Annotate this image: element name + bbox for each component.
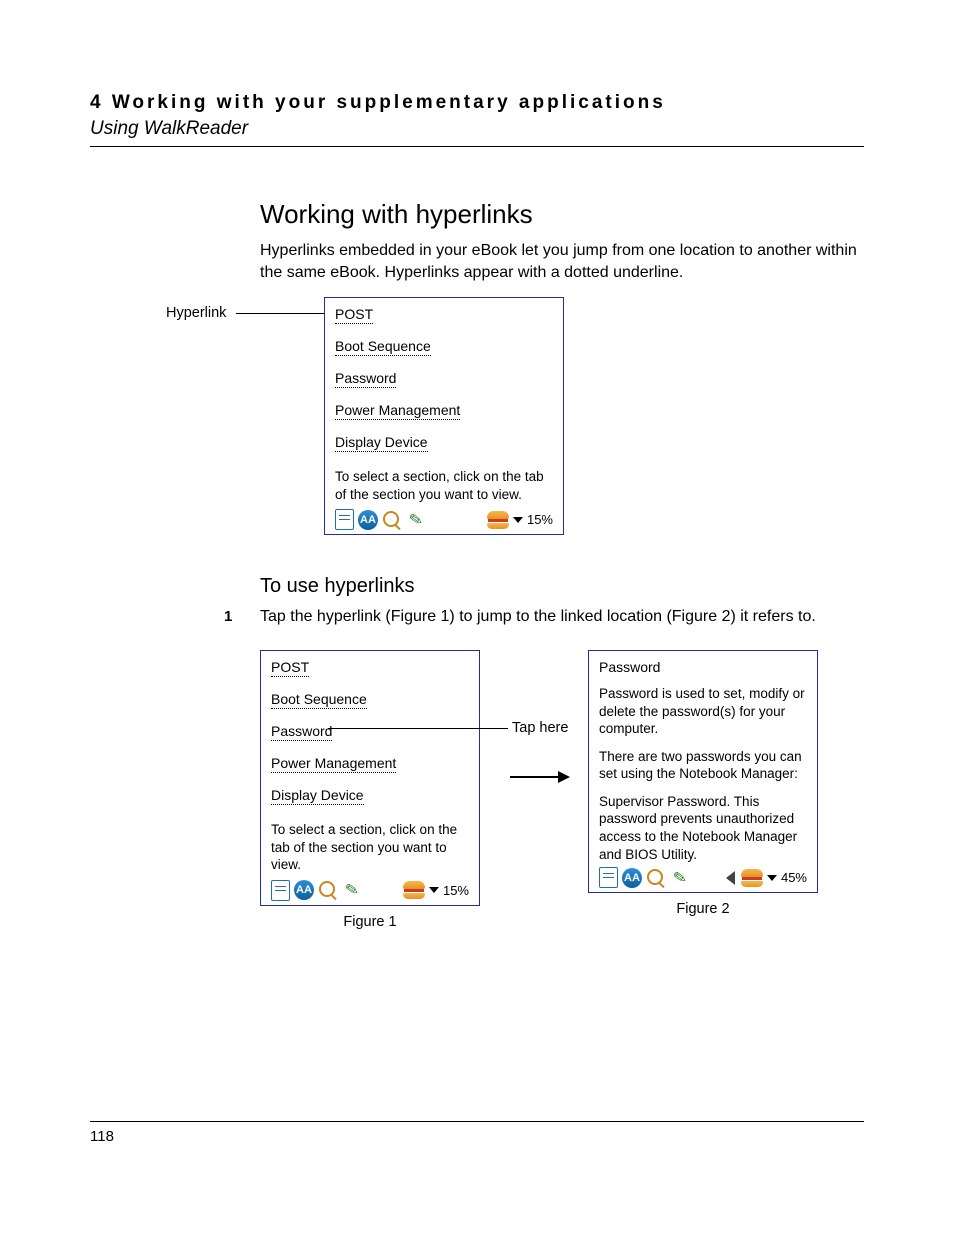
arrow-right-icon bbox=[510, 768, 570, 786]
caret-down-icon bbox=[513, 517, 523, 523]
ebook-screenshot-fig1: POST Boot Sequence Password Power Manage… bbox=[260, 650, 480, 906]
document-icon[interactable] bbox=[271, 880, 290, 901]
section-subtitle: Using WalkReader bbox=[90, 118, 864, 140]
figures-row: POST Boot Sequence Password Power Manage… bbox=[90, 650, 864, 920]
callout-tap-here: Tap here bbox=[512, 720, 568, 736]
hyperlink-item[interactable]: POST bbox=[335, 306, 373, 324]
search-icon[interactable] bbox=[318, 880, 338, 900]
font-size-icon[interactable]: AA bbox=[622, 868, 642, 888]
menu-icon[interactable] bbox=[741, 869, 763, 887]
fig2-para1: Password is used to set, modify or delet… bbox=[599, 685, 807, 738]
ebook-toolbar: AA ✎ 45% bbox=[599, 867, 807, 888]
hyperlink-item[interactable]: POST bbox=[271, 659, 309, 677]
font-size-icon[interactable]: AA bbox=[294, 880, 314, 900]
hyperlink-item[interactable]: Boot Sequence bbox=[271, 691, 367, 709]
callout-hyperlink-line bbox=[236, 313, 324, 314]
caret-down-icon bbox=[429, 887, 439, 893]
hyperlink-item[interactable]: Power Management bbox=[271, 755, 396, 773]
ebook-toolbar: AA ✎ 15% bbox=[271, 880, 469, 901]
hyperlink-item[interactable]: Power Management bbox=[335, 402, 460, 420]
hyperlink-item[interactable]: Display Device bbox=[271, 787, 364, 805]
hyperlink-item[interactable]: Display Device bbox=[335, 434, 428, 452]
menu-icon[interactable] bbox=[403, 881, 425, 899]
step-number: 1 bbox=[224, 608, 232, 625]
progress-percent: 15% bbox=[443, 883, 469, 898]
subhead-to-use: To use hyperlinks bbox=[260, 575, 864, 598]
search-icon[interactable] bbox=[382, 510, 402, 530]
header-rule bbox=[90, 146, 864, 147]
progress-percent: 15% bbox=[527, 512, 553, 527]
intro-paragraph: Hyperlinks embedded in your eBook let yo… bbox=[260, 240, 864, 283]
figure-main-wrap: Hyperlink POST Boot Sequence Password Po… bbox=[260, 297, 864, 547]
fig2-title: Password bbox=[599, 659, 807, 675]
hyperlink-item[interactable]: Password bbox=[335, 370, 396, 388]
pen-icon[interactable]: ✎ bbox=[404, 508, 427, 531]
menu-icon[interactable] bbox=[487, 511, 509, 529]
figure2-caption: Figure 2 bbox=[588, 901, 818, 917]
font-size-icon[interactable]: AA bbox=[358, 510, 378, 530]
chapter-title: 4 Working with your supplementary applic… bbox=[90, 92, 864, 114]
page-footer: 118 bbox=[90, 1121, 864, 1145]
fig2-para3: Supervisor Password. This password preve… bbox=[599, 793, 807, 863]
figure1-caption: Figure 1 bbox=[260, 914, 480, 930]
document-icon[interactable] bbox=[335, 509, 354, 530]
instruction-text: To select a section, click on the tab of… bbox=[271, 821, 469, 874]
ebook-toolbar: AA ✎ 15% bbox=[335, 509, 553, 530]
hyperlink-item[interactable]: Password bbox=[271, 723, 332, 741]
document-icon[interactable] bbox=[599, 867, 618, 888]
footer-rule bbox=[90, 1121, 864, 1122]
step-row: 1 Tap the hyperlink (Figure 1) to jump t… bbox=[224, 608, 864, 626]
progress-dropdown[interactable]: 15% bbox=[513, 512, 553, 527]
page-title: Working with hyperlinks bbox=[260, 199, 864, 230]
caret-down-icon bbox=[767, 875, 777, 881]
pen-icon[interactable]: ✎ bbox=[668, 866, 691, 889]
page-number: 118 bbox=[90, 1128, 864, 1145]
progress-dropdown[interactable]: 45% bbox=[767, 870, 807, 885]
progress-dropdown[interactable]: 15% bbox=[429, 883, 469, 898]
instruction-text: To select a section, click on the tab of… bbox=[335, 468, 553, 503]
ebook-screenshot-main: POST Boot Sequence Password Power Manage… bbox=[324, 297, 564, 535]
hyperlink-item[interactable]: Boot Sequence bbox=[335, 338, 431, 356]
fig2-para2: There are two passwords you can set usin… bbox=[599, 748, 807, 783]
ebook-screenshot-fig2: Password Password is used to set, modify… bbox=[588, 650, 818, 893]
callout-taphere-line bbox=[328, 728, 508, 729]
callout-hyperlink: Hyperlink bbox=[166, 305, 226, 321]
search-icon[interactable] bbox=[646, 868, 666, 888]
step-text: Tap the hyperlink (Figure 1) to jump to … bbox=[260, 608, 864, 626]
running-header: 4 Working with your supplementary applic… bbox=[90, 92, 864, 147]
pen-icon[interactable]: ✎ bbox=[340, 879, 363, 902]
progress-percent: 45% bbox=[781, 870, 807, 885]
back-icon[interactable] bbox=[726, 871, 735, 885]
